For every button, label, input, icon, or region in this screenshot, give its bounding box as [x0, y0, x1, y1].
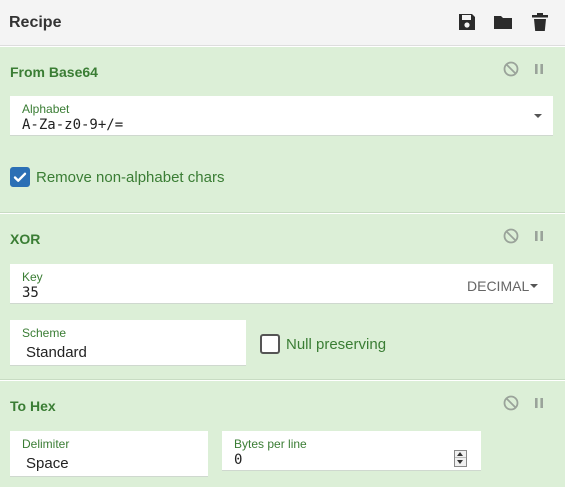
increment-icon[interactable] — [455, 451, 466, 458]
alphabet-field[interactable]: Alphabet A-Za-z0-9+/= — [10, 96, 553, 136]
pause-icon[interactable] — [530, 394, 548, 412]
field-value[interactable]: 35 — [22, 285, 39, 301]
chevron-down-icon[interactable] — [534, 114, 542, 118]
folder-icon[interactable] — [492, 11, 514, 33]
operation-from-base64: From Base64 Alphabet A-Za-z0-9+/= Remove… — [0, 47, 565, 213]
operation-to-hex: To Hex Delimiter Space Bytes per line 0 — [0, 381, 565, 487]
checkbox-checked-icon[interactable] — [10, 167, 30, 187]
bytes-per-line-field[interactable]: Bytes per line 0 — [222, 431, 481, 471]
operation-xor: XOR Key 35 DECIMAL Scheme Standard Null … — [0, 214, 565, 380]
checkbox-label: Remove non-alphabet chars — [36, 168, 225, 186]
operation-title[interactable]: To Hex — [10, 398, 56, 414]
chevron-down-icon[interactable] — [530, 284, 538, 288]
field-value[interactable]: Space — [26, 455, 69, 472]
pause-icon[interactable] — [530, 60, 548, 78]
pause-icon[interactable] — [530, 227, 548, 245]
operation-title[interactable]: From Base64 — [10, 64, 98, 80]
delimiter-dropdown[interactable]: Delimiter Space — [10, 431, 208, 477]
field-value[interactable]: 0 — [234, 452, 242, 468]
recipe-title: Recipe — [9, 14, 62, 31]
field-label: Key — [22, 270, 43, 284]
checkbox-unchecked-icon[interactable] — [260, 334, 280, 354]
field-value[interactable]: A-Za-z0-9+/= — [22, 117, 123, 133]
trash-icon[interactable] — [529, 11, 551, 33]
disable-icon[interactable] — [502, 60, 520, 78]
key-field[interactable]: Key 35 DECIMAL — [10, 264, 553, 304]
save-icon[interactable] — [456, 11, 478, 33]
remove-non-alphabet-checkbox[interactable]: Remove non-alphabet chars — [10, 167, 224, 187]
decrement-icon[interactable] — [455, 459, 466, 466]
disable-icon[interactable] — [502, 394, 520, 412]
field-value[interactable]: Standard — [26, 344, 87, 361]
field-label: Scheme — [22, 326, 67, 340]
recipe-header: Recipe — [0, 0, 565, 46]
disable-icon[interactable] — [502, 227, 520, 245]
key-format-dropdown[interactable]: DECIMAL — [467, 278, 529, 294]
number-spinner[interactable] — [454, 450, 467, 467]
field-label: Bytes per line — [234, 437, 307, 451]
null-preserving-checkbox[interactable]: Null preserving — [260, 334, 386, 354]
field-label: Alphabet — [22, 102, 70, 116]
scheme-dropdown[interactable]: Scheme Standard — [10, 320, 246, 366]
checkbox-label: Null preserving — [286, 335, 387, 353]
operation-title[interactable]: XOR — [10, 231, 40, 247]
field-label: Delimiter — [22, 437, 70, 451]
